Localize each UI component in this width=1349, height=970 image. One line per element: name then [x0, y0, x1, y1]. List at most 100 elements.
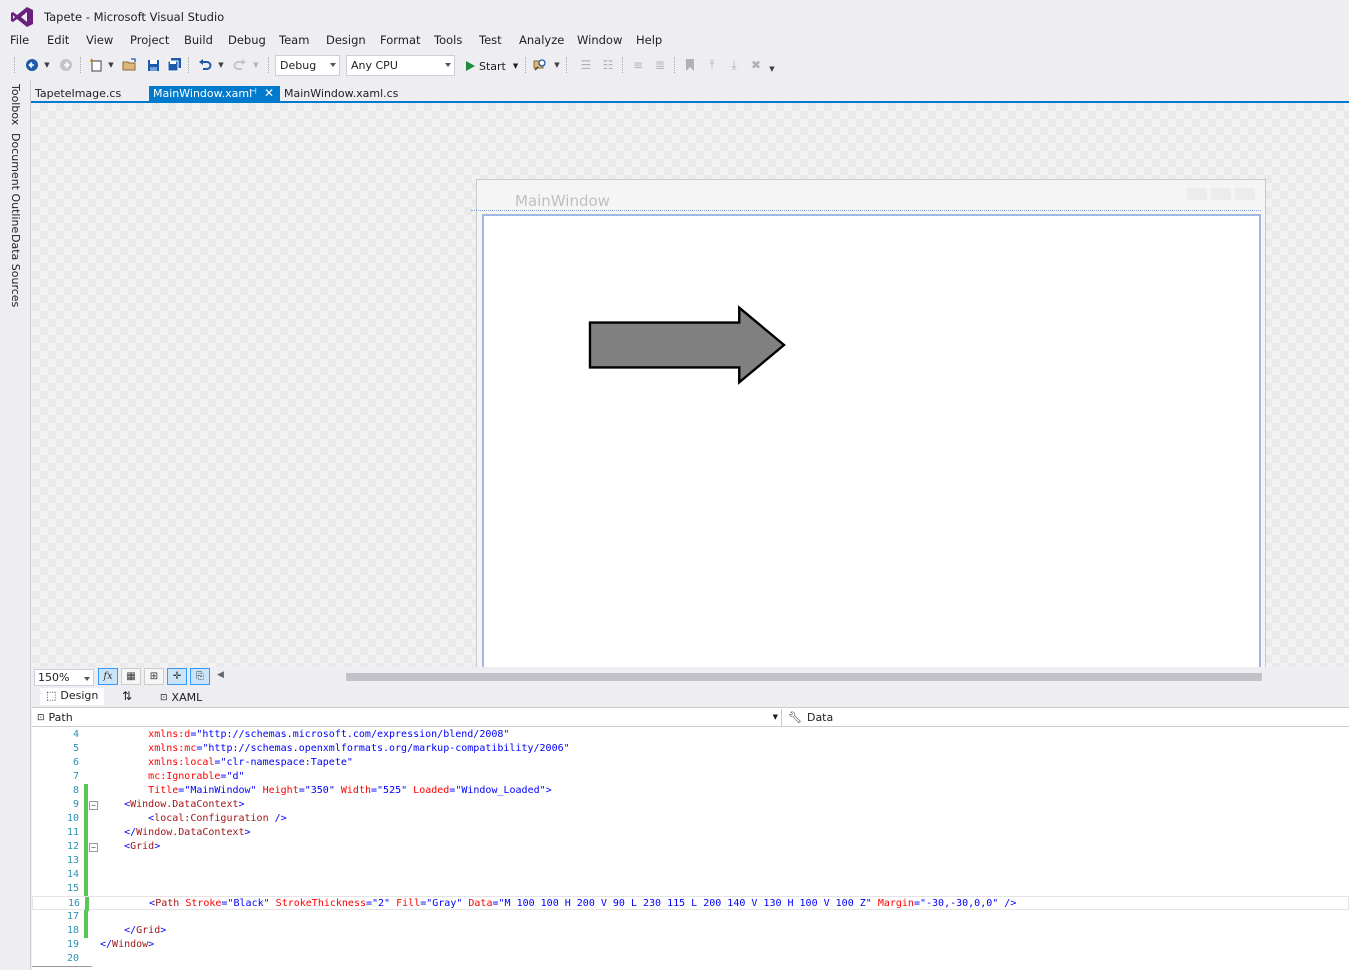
menu-build[interactable]: Build [184, 33, 213, 47]
menu-project[interactable]: Project [130, 33, 169, 47]
bookmark-icon[interactable] [682, 56, 698, 74]
step-into-icon[interactable]: ☰ [578, 56, 594, 74]
change-indicator [84, 840, 88, 854]
snap-snaplines-button[interactable]: ✛ [167, 668, 187, 685]
code-line[interactable]: 8 Title="MainWindow" Height="350" Width=… [32, 784, 1349, 798]
designer-window-client-area[interactable] [482, 214, 1261, 667]
menu-design[interactable]: Design [326, 33, 366, 47]
code-line[interactable]: 7 mc:Ignorable="d" [32, 770, 1349, 784]
code-text: xmlns:d="http://schemas.microsoft.com/ex… [148, 729, 510, 740]
snaplines-icon: ✛ [172, 671, 182, 682]
element-navigation-select[interactable]: ⊡ Path ▼ [34, 709, 782, 726]
change-indicator [84, 868, 88, 882]
scroll-left-icon[interactable]: ◀ [217, 670, 224, 680]
window-caption-buttons [1187, 188, 1255, 200]
line-number: 16 [67, 898, 80, 909]
code-line[interactable]: 14 [32, 868, 1349, 882]
menu-edit[interactable]: Edit [47, 33, 69, 47]
find-dropdown-icon[interactable]: ▼ [552, 56, 562, 74]
navigate-forward-icon[interactable] [58, 56, 74, 74]
collapse-icon[interactable]: − [89, 801, 98, 810]
show-grid-button[interactable]: ▦ [121, 668, 141, 685]
xaml-code-editor[interactable]: 4 xmlns:d="http://schemas.microsoft.com/… [32, 727, 1349, 970]
menu-debug[interactable]: Debug [228, 33, 266, 47]
tab-main-window-xaml[interactable]: MainWindow.xaml ⊣ ✕ [149, 86, 280, 102]
back-dropdown-icon[interactable]: ▼ [42, 56, 52, 74]
previous-bookmark-icon[interactable]: ⤒ [704, 56, 720, 74]
new-dropdown-icon[interactable]: ▼ [106, 56, 116, 74]
comment-lines-icon[interactable]: ≡ [630, 56, 646, 74]
code-line[interactable]: 10 <local:Configuration /> [32, 812, 1349, 826]
zoom-select[interactable]: 150% [34, 669, 94, 686]
menu-file[interactable]: File [10, 33, 29, 47]
line-number: 12 [66, 841, 79, 852]
menu-team[interactable]: Team [279, 33, 309, 47]
code-line[interactable]: 12 − <Grid> [32, 840, 1349, 854]
solution-platform-value: Any CPU [351, 59, 398, 72]
menu-test[interactable]: Test [479, 33, 502, 47]
undo-icon[interactable] [197, 56, 213, 74]
toolbox-tab[interactable]: Toolbox [9, 84, 22, 125]
effects-toggle-button[interactable]: fx [98, 668, 118, 685]
undo-dropdown-icon[interactable]: ▼ [216, 56, 226, 74]
tab-tapete-image-cs[interactable]: TapeteImage.cs [31, 86, 125, 102]
solution-configuration-select[interactable]: Debug [275, 55, 340, 76]
menu-window[interactable]: Window [577, 33, 622, 47]
change-indicator [84, 882, 88, 896]
tab-main-window-xaml-cs[interactable]: MainWindow.xaml.cs [280, 86, 402, 102]
code-line[interactable]: 6 xmlns:local="clr-namespace:Tapete" [32, 756, 1349, 770]
code-line[interactable]: 16 <Path Stroke="Black" StrokeThickness=… [32, 896, 1349, 911]
code-line[interactable]: 19 </Window> [32, 938, 1349, 952]
menu-format[interactable]: Format [380, 33, 421, 47]
code-line[interactable]: 17 [32, 910, 1349, 924]
redo-icon[interactable] [232, 56, 248, 74]
navigate-back-icon[interactable] [24, 56, 40, 74]
designer-window-frame[interactable]: MainWindow [471, 179, 1266, 667]
chevron-down-icon [445, 63, 451, 67]
menu-view[interactable]: View [86, 33, 113, 47]
xaml-designer-surface[interactable]: MainWindow [32, 103, 1349, 667]
solution-platform-select[interactable]: Any CPU [346, 55, 455, 76]
start-label: Start [479, 59, 506, 73]
menu-tools[interactable]: Tools [434, 33, 462, 47]
code-line[interactable]: 15 [32, 882, 1349, 896]
save-all-icon[interactable] [166, 56, 182, 74]
arrow-path-shape[interactable] [587, 303, 787, 387]
start-debugging-button[interactable]: Start ▼ [466, 56, 518, 76]
code-line[interactable]: 20 [32, 952, 1349, 966]
code-line[interactable]: 18 </Grid> [32, 924, 1349, 938]
code-line[interactable]: 9 − <Window.DataContext> [32, 798, 1349, 812]
code-line[interactable]: 13 [32, 854, 1349, 868]
code-line[interactable]: 4 xmlns:d="http://schemas.microsoft.com/… [32, 728, 1349, 742]
new-project-icon[interactable] [88, 56, 104, 74]
step-over-icon[interactable]: ☷ [600, 56, 616, 74]
save-icon[interactable] [145, 56, 161, 74]
tab-xaml[interactable]: ⊡ XAML [154, 690, 208, 705]
pin-icon[interactable]: ⊣ [249, 87, 257, 97]
clear-bookmarks-icon[interactable]: ✖ [748, 56, 764, 74]
next-bookmark-icon[interactable]: ⤓ [726, 56, 742, 74]
collapse-icon[interactable]: − [89, 843, 98, 852]
toolbar-overflow-icon[interactable]: ▼ [767, 60, 777, 78]
open-file-icon[interactable] [122, 56, 138, 74]
line-number: 14 [66, 869, 79, 880]
find-in-files-icon[interactable] [532, 56, 548, 74]
change-indicator [84, 854, 88, 868]
line-number: 5 [72, 743, 79, 754]
tab-design[interactable]: ⬚ Design [40, 688, 105, 705]
document-outline-tab[interactable]: Document Outline [9, 133, 22, 233]
start-dropdown-icon: ▼ [512, 62, 519, 70]
project-code-button[interactable]: ⎘ [190, 668, 210, 685]
close-icon[interactable]: ✕ [264, 86, 274, 100]
uncomment-lines-icon[interactable]: ≣ [652, 56, 668, 74]
code-line[interactable]: 5 xmlns:mc="http://schemas.openxmlformat… [32, 742, 1349, 756]
data-sources-tab[interactable]: Data Sources [9, 234, 22, 307]
menu-help[interactable]: Help [636, 33, 662, 47]
designer-horizontal-scrollbar[interactable] [346, 673, 1262, 681]
menu-analyze[interactable]: Analyze [519, 33, 564, 47]
swap-panes-button[interactable]: ⇅ [116, 688, 138, 704]
redo-dropdown-icon[interactable]: ▼ [251, 56, 261, 74]
snap-gridlines-button[interactable]: ⊞ [144, 668, 164, 685]
code-line[interactable]: 11 </Window.DataContext> [32, 826, 1349, 840]
member-navigation-select[interactable]: 🔧︎ Data [788, 709, 833, 726]
